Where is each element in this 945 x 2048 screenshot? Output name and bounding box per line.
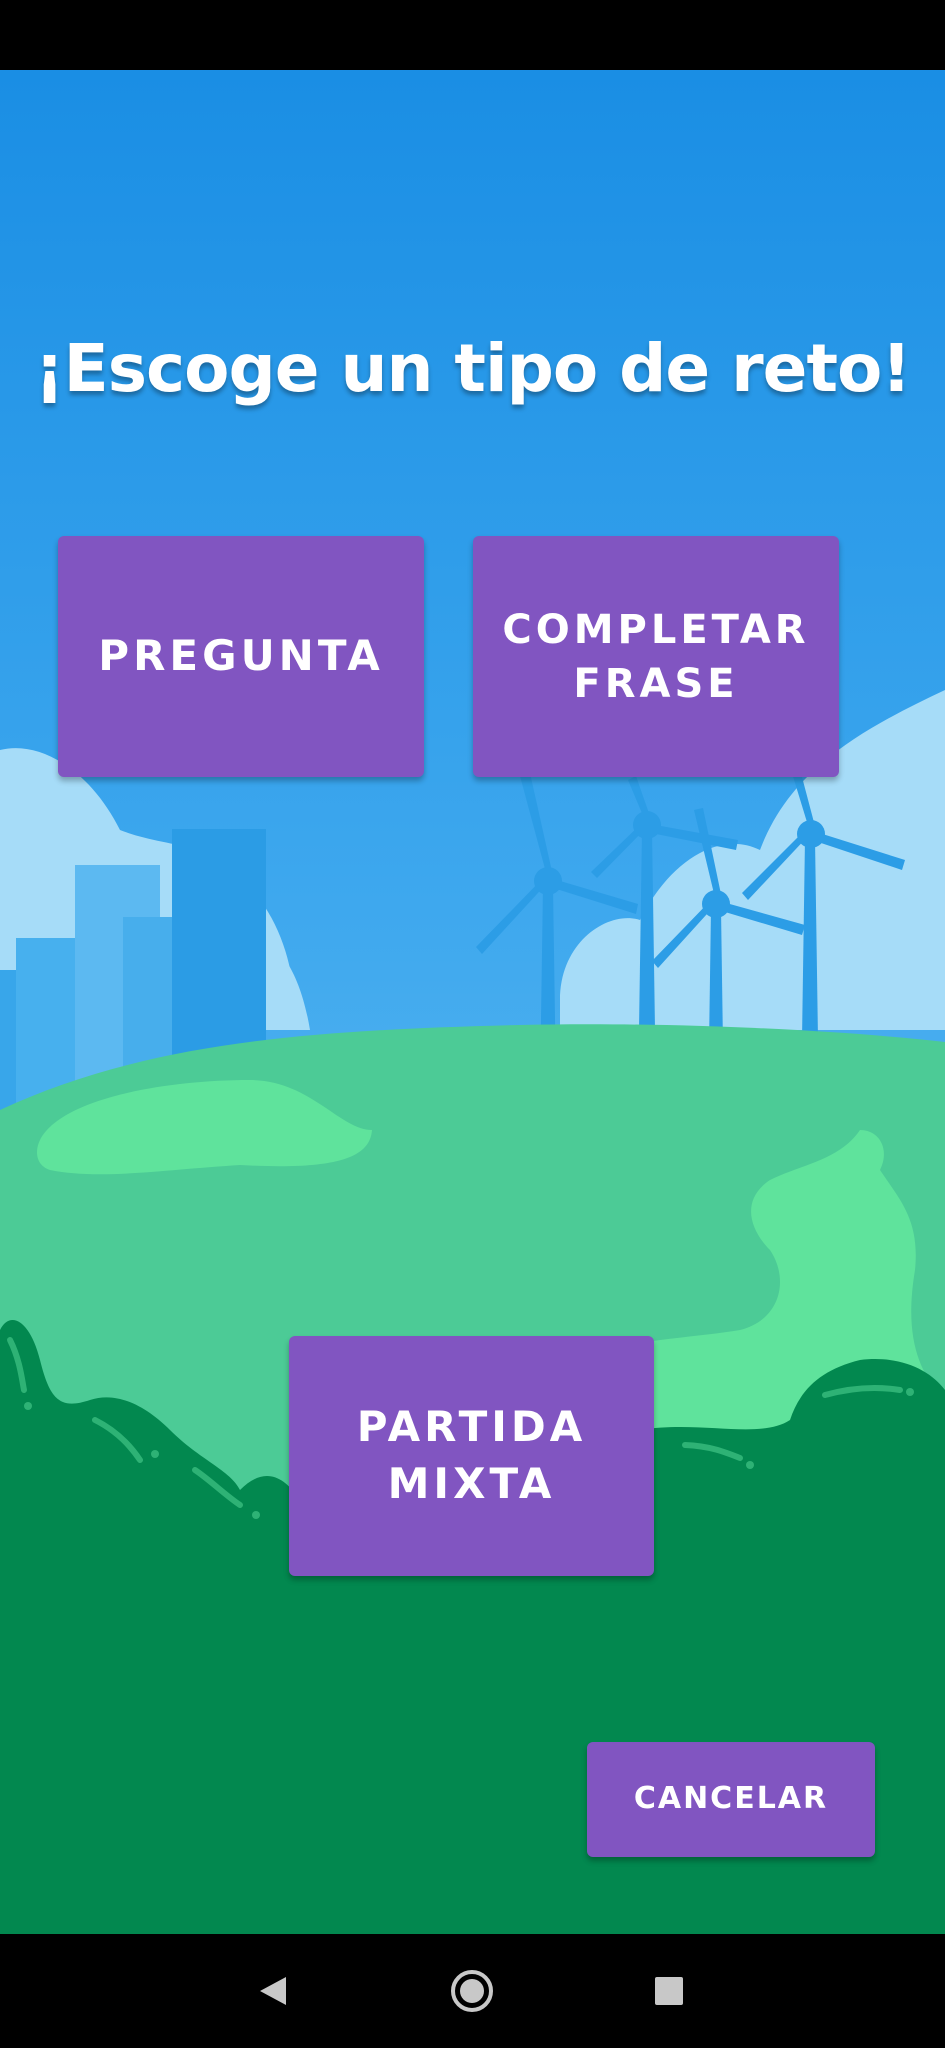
triangle-back-icon [260, 1977, 286, 2005]
circle-home-icon [451, 1970, 493, 2012]
app-screen: ¡Escoge un tipo de reto! PREGUNTA COMPLE… [0, 0, 945, 2048]
status-bar [0, 0, 945, 70]
page-title: ¡Escoge un tipo de reto! [34, 330, 912, 407]
question-button[interactable]: PREGUNTA [58, 536, 424, 777]
challenge-selection-screen: ¡Escoge un tipo de reto! PREGUNTA COMPLE… [0, 70, 945, 1934]
mixed-game-button[interactable]: PARTIDA MIXTA [289, 1336, 654, 1576]
cancel-button[interactable]: CANCELAR [587, 1742, 875, 1857]
home-button[interactable] [437, 1956, 507, 2026]
system-navigation-bar [0, 1934, 945, 2048]
square-recents-icon [655, 1977, 683, 2005]
recents-button[interactable] [634, 1956, 704, 2026]
back-button[interactable] [238, 1956, 308, 2026]
complete-phrase-button[interactable]: COMPLETAR FRASE [473, 536, 839, 777]
